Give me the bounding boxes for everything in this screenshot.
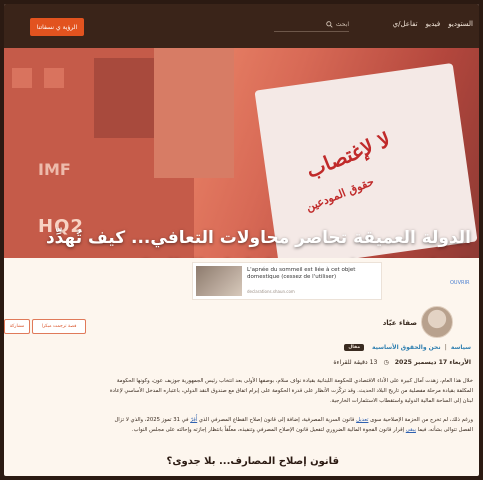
ad-banner[interactable]: L'apnée du sommeil est liée à cet objet … xyxy=(192,262,382,300)
browser-page: الستوديو فيديو تفاعل/ي ابحث الرؤية ي نسف… xyxy=(4,4,479,476)
inline-link-remains[interactable]: يبقى xyxy=(406,427,416,433)
nav-item-studio[interactable]: الستوديو xyxy=(448,20,473,28)
clock-icon: ◷ xyxy=(383,359,389,366)
paragraph-line: لبنان إلى الساحة المالية الدولية واستقطا… xyxy=(329,398,473,404)
article-paragraph-1: خلال هذا العام، زهدت آمال كبيرة على الأد… xyxy=(4,376,473,406)
paragraph-text: قانون السرية المصرفية، إضافة إلى قانون إ… xyxy=(197,417,357,423)
search-input[interactable]: ابحث xyxy=(274,18,349,32)
paragraph-text: ورغم ذلك، لم تخرج من الحزمة الإصلاحية سو… xyxy=(368,417,473,423)
main-nav: الستوديو فيديو تفاعل/ي xyxy=(393,20,473,28)
tag-topic[interactable]: نحن والحقوق الأساسية xyxy=(372,344,441,351)
ad-url: declarations.shaun.com xyxy=(247,289,295,294)
share-button[interactable]: مشاركة xyxy=(4,319,30,334)
paragraph-text: في 31 تموز 2025، والذي لا تزال xyxy=(114,417,191,423)
article-type-badge: مقال xyxy=(344,344,364,351)
paragraph-text: إقرار قانون الفجوة المالية الضروري لتفعي… xyxy=(131,427,406,433)
paragraph-line: الفصل تتوالى بشأنه، فيما يبقى إقرار قانو… xyxy=(4,425,473,435)
author-avatar[interactable] xyxy=(421,306,453,338)
ad-open-button[interactable]: OUVRIR xyxy=(450,280,469,286)
author-row: صفاء عيّاد قصة ترجمت مبكرا مشاركة xyxy=(4,306,479,342)
paragraph-text: الفصل تتوالى بشأنه، فيما xyxy=(415,427,473,433)
hero-image: IMF HQ2 لا لإغتصاب حقوق المودعين الدولة … xyxy=(4,48,479,258)
paragraph-line: ورغم ذلك، لم تخرج من الحزمة الإصلاحية سو… xyxy=(4,415,473,425)
read-time: 13 دقيقة للقراءة xyxy=(333,359,378,366)
paragraph-line: المكلفة بقيادة مرحلة مفصلية من تاريخ الب… xyxy=(109,388,473,394)
translate-button[interactable]: قصة ترجمت مبكرا xyxy=(32,319,86,334)
building-sign-imf: IMF xyxy=(38,160,71,179)
publish-date: الأربعاء 17 ديسمبر 2025 xyxy=(394,359,471,366)
article-meta: الأربعاء 17 ديسمبر 2025 ◷ 13 دقيقة للقرا… xyxy=(333,359,471,366)
ad-image xyxy=(196,266,242,296)
article-tags: سياسة | نحن والحقوق الأساسية مقال xyxy=(344,344,471,351)
inline-link-amendment[interactable]: تعديل xyxy=(356,417,368,423)
article-title: الدولة العميقة تحاصر محاولات التعافي... … xyxy=(45,228,471,258)
tag-separator: | xyxy=(444,344,447,351)
nav-item-interact[interactable]: تفاعل/ي xyxy=(393,20,418,28)
paragraph-line: خلال هذا العام، زهدت آمال كبيرة على الأد… xyxy=(116,378,473,384)
section-heading: قانون إصلاح المصارف... بلا جدوى؟ xyxy=(166,456,339,467)
tag-section[interactable]: سياسة xyxy=(451,344,471,351)
site-header: الستوديو فيديو تفاعل/ي ابحث الرؤية ي نسف… xyxy=(4,4,479,48)
subscribe-button[interactable]: الرؤية ي نسفاتنا xyxy=(30,18,84,36)
nav-item-video[interactable]: فيديو xyxy=(426,20,441,28)
search-icon xyxy=(326,21,333,28)
search-label: ابحث xyxy=(335,21,349,28)
author-name[interactable]: صفاء عيّاد xyxy=(383,319,417,327)
ad-title: L'apnée du sommeil est liée à cet objet … xyxy=(247,267,356,280)
article-paragraph-2: ورغم ذلك، لم تخرج من الحزمة الإصلاحية سو… xyxy=(4,415,473,435)
